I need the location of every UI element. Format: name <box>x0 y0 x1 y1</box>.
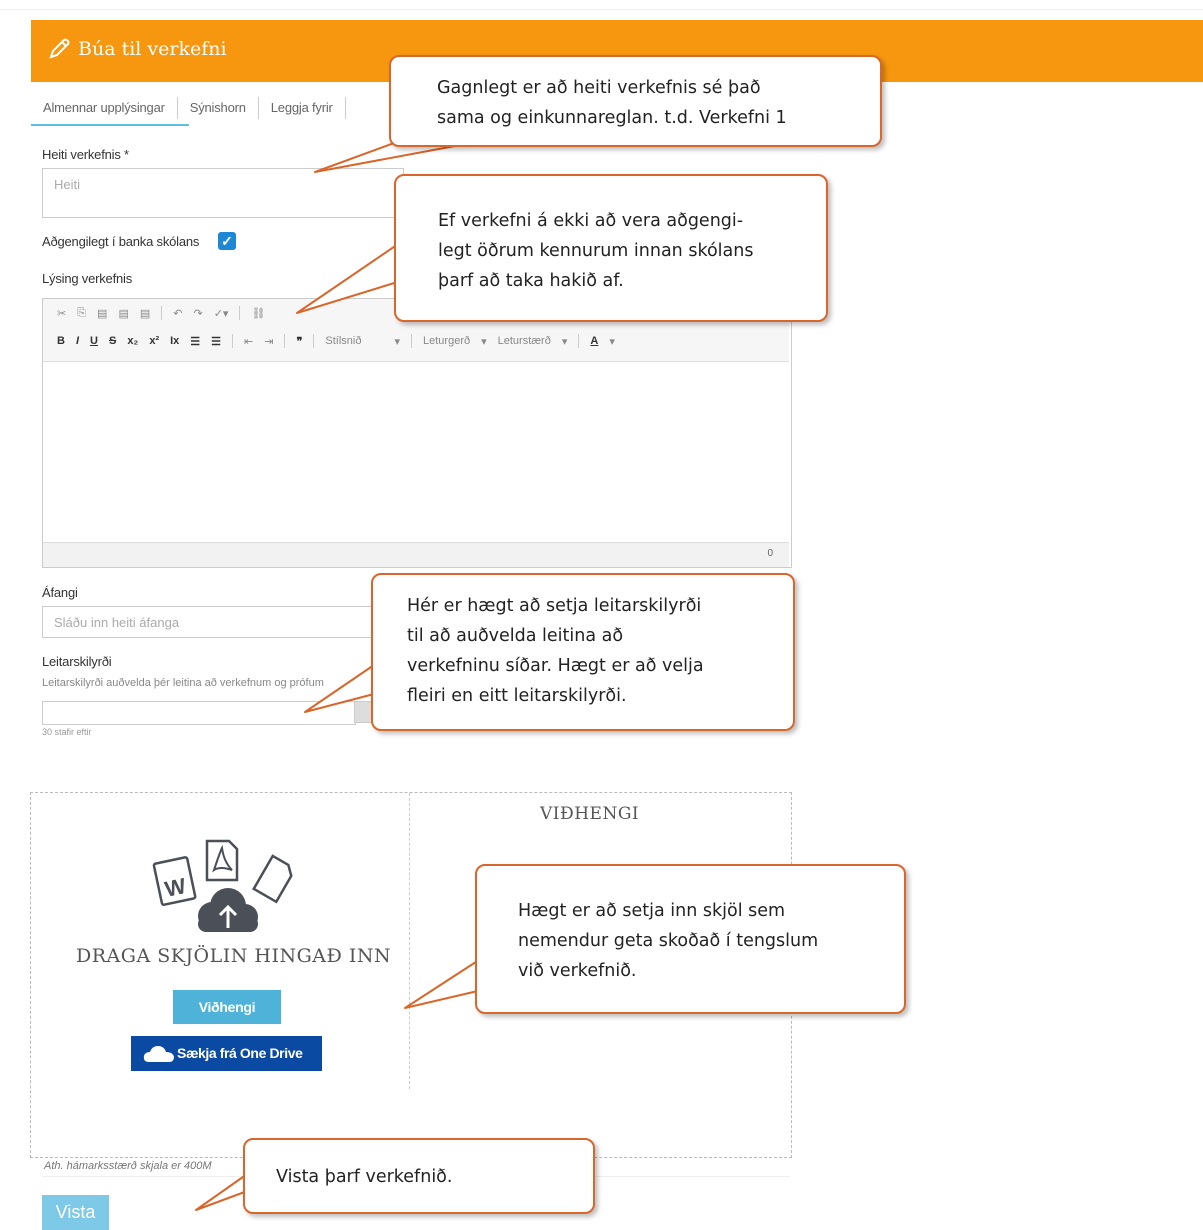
callout-attachment-tip: Hægt er að setja inn skjöl sem nemendur … <box>475 864 906 1014</box>
callout-text: Gagnlegt er að heiti verkefnis sé það <box>437 78 761 98</box>
callout-text: Ef verkefni á ekki að vera aðgengi- <box>438 211 744 231</box>
callout-bank-tip: Ef verkefni á ekki að vera aðgengi- legt… <box>394 174 828 322</box>
callout-text: Hægt er að setja inn skjöl sem <box>518 901 786 921</box>
callout-save-tip: Vista þarf verkefnið. <box>243 1138 595 1214</box>
callout-text: sama og einkunnareglan. t.d. Verkefni 1 <box>437 108 787 128</box>
callout-text: Vista þarf verkefnið. <box>276 1167 453 1187</box>
callout-text: Hér er hægt að setja leitarskilyrði <box>407 596 702 616</box>
callout-text: nemendur geta skoðað í tengslum <box>518 931 819 951</box>
callout-name-tip: Gagnlegt er að heiti verkefnis sé það sa… <box>389 55 882 147</box>
callout-text: við verkefnið. <box>518 961 637 981</box>
callout-text: til að auðvelda leitina að <box>407 626 624 646</box>
callout-search-tip: Hér er hægt að setja leitarskilyrði til … <box>371 573 795 731</box>
callout-text: verkefninu síðar. Hægt er að velja <box>407 656 704 676</box>
callout-text: þarf að taka hakið af. <box>438 271 624 291</box>
callout-text: legt öðrum kennurum innan skólans <box>438 241 754 261</box>
callout-text: fleiri en eitt leitarskilyrði. <box>407 686 627 706</box>
